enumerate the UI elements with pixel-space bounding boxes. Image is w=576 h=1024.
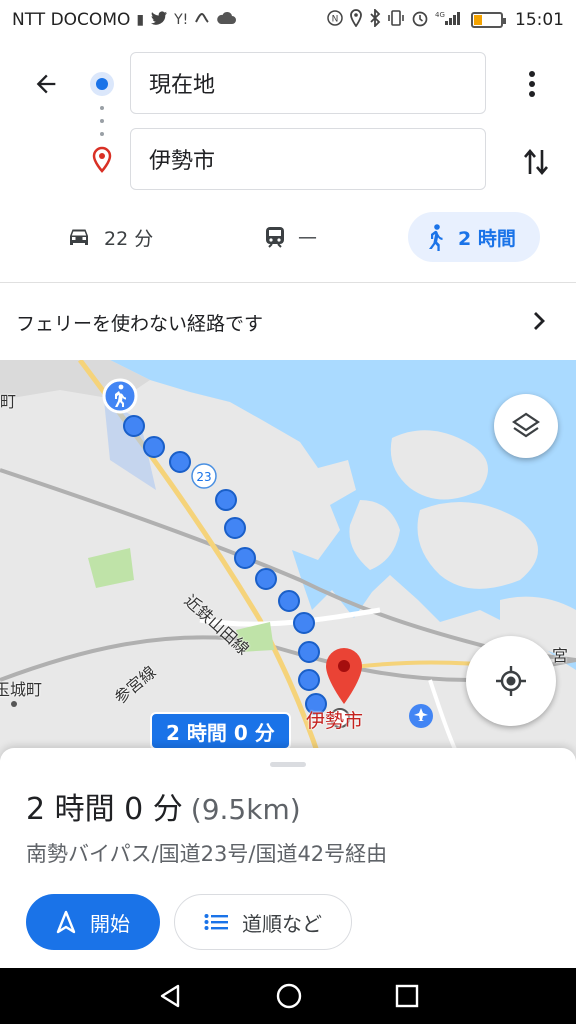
vibrate-icon xyxy=(387,10,405,30)
route-summary: 2 時間 0 分 (9.5km) xyxy=(26,784,301,828)
route-duration: 2 時間 0 分 xyxy=(26,792,183,827)
mode-transit[interactable]: — xyxy=(246,212,335,262)
navigation-arrow-icon xyxy=(56,910,76,934)
swap-vert-icon xyxy=(524,148,548,176)
origin-dot-icon xyxy=(90,72,114,96)
map-label-town-right: 宮 xyxy=(552,646,569,665)
list-icon xyxy=(204,914,228,930)
route-dot xyxy=(255,568,277,590)
route-notice-text: フェリーを使わない経路です xyxy=(16,312,264,335)
map-view[interactable]: 23 町 近鉄山田線 参宮線 玉城町 宮 伊勢市 2 時間 0 分 xyxy=(0,360,576,760)
status-bar: NTT DOCOMO ▮ Y! N 4G 15:01 xyxy=(0,0,576,40)
swap-button[interactable] xyxy=(516,140,556,184)
nav-recents-icon[interactable] xyxy=(394,983,420,1009)
svg-text:N: N xyxy=(332,15,339,25)
mode-walk[interactable]: 2 時間 xyxy=(408,212,540,262)
voice-icon xyxy=(194,11,210,29)
alarm-icon xyxy=(411,9,429,31)
route-dot xyxy=(143,436,165,458)
route-dot xyxy=(278,590,300,612)
directions-header: 現在地 伊勢市 22 分 — 2 時間 xyxy=(0,40,576,280)
map-label-left-edge: 町 xyxy=(0,392,17,411)
cloud-icon xyxy=(216,11,237,29)
transit-duration: — xyxy=(298,226,317,248)
start-label: 開始 xyxy=(90,911,130,936)
route-dot xyxy=(169,451,191,473)
route-dot xyxy=(224,517,246,539)
destination-pin-icon xyxy=(90,146,114,174)
yahoo-icon: Y! xyxy=(174,12,189,28)
battery-icon xyxy=(471,12,506,28)
more-options-button[interactable] xyxy=(512,62,552,106)
train-icon xyxy=(266,227,284,248)
route-summary-sheet: 2 時間 0 分 (9.5km) 南勢バイパス/国道23号/国道42号経由 開始 … xyxy=(0,748,576,968)
system-nav-bar xyxy=(0,968,576,1024)
nav-home-icon[interactable] xyxy=(275,982,303,1010)
car-icon xyxy=(70,229,88,245)
sim-icon: ▮ xyxy=(136,12,145,28)
steps-button[interactable]: 道順など xyxy=(174,894,352,950)
walk-duration: 2 時間 xyxy=(458,227,516,250)
signal-icon: 4G xyxy=(435,10,461,30)
start-navigation-button[interactable]: 開始 xyxy=(26,894,160,950)
car-duration: 22 分 xyxy=(104,227,154,250)
route-dot xyxy=(298,641,320,663)
bluetooth-icon xyxy=(369,7,381,31)
carrier-label: NTT DOCOMO xyxy=(12,10,131,30)
route-distance: (9.5km) xyxy=(190,793,301,826)
layers-button[interactable] xyxy=(494,394,558,458)
travel-modes: 22 分 — 2 時間 xyxy=(0,212,576,262)
origin-field[interactable]: 現在地 xyxy=(130,52,486,114)
location-icon xyxy=(349,9,363,31)
twitter-icon xyxy=(150,11,168,29)
steps-label: 道順など xyxy=(242,911,322,936)
back-button[interactable] xyxy=(24,62,68,106)
route-dot xyxy=(234,547,256,569)
chevron-right-icon xyxy=(534,312,545,330)
route-time-chip[interactable]: 2 時間 0 分 xyxy=(150,712,291,750)
clock: 15:01 xyxy=(515,10,564,30)
route-dot xyxy=(293,612,315,634)
route-dots-icon xyxy=(100,106,104,136)
arrow-back-icon xyxy=(36,74,56,94)
route-notice[interactable]: フェリーを使わない経路です xyxy=(0,283,576,361)
route-dot xyxy=(215,489,237,511)
map-label-town-left: 玉城町 xyxy=(0,680,43,699)
layers-icon xyxy=(512,412,540,438)
walk-icon xyxy=(429,224,443,251)
svg-text:4G: 4G xyxy=(435,11,445,19)
my-location-button[interactable] xyxy=(466,636,556,726)
nfc-icon: N xyxy=(327,10,343,30)
route-dot xyxy=(123,415,145,437)
more-vert-icon xyxy=(529,71,535,97)
route-shield-23: 23 xyxy=(196,470,211,484)
route-via: 南勢バイパス/国道23号/国道42号経由 xyxy=(26,842,388,866)
mode-car[interactable]: 22 分 xyxy=(48,212,171,262)
map-label-destination: 伊勢市 xyxy=(306,710,364,732)
route-dot xyxy=(298,669,320,691)
my-location-icon xyxy=(496,666,526,696)
sheet-drag-handle[interactable] xyxy=(270,762,306,767)
nav-back-icon[interactable] xyxy=(156,982,184,1010)
destination-field[interactable]: 伊勢市 xyxy=(130,128,486,190)
